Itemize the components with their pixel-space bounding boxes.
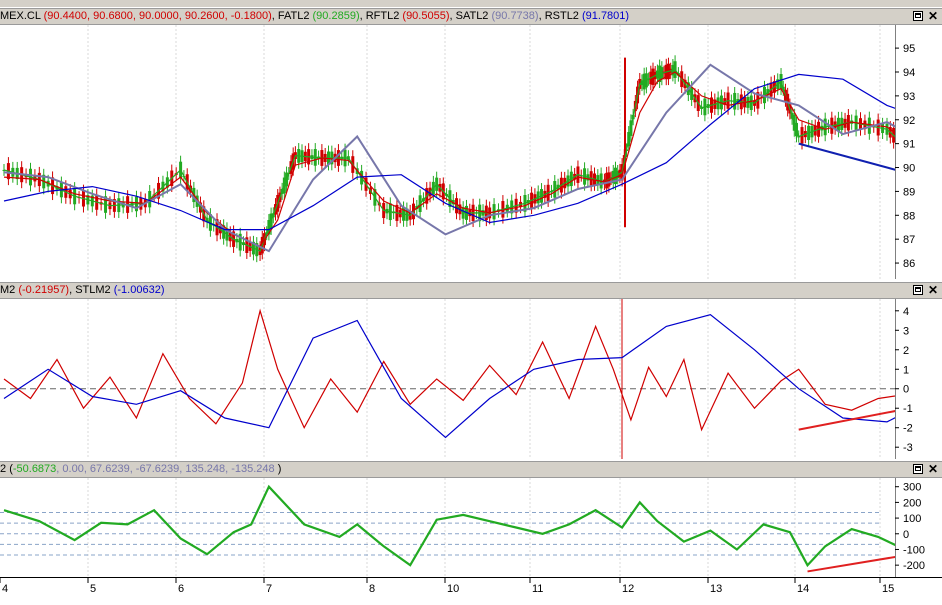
legend-segment: , SATL2 — [449, 10, 492, 22]
legend-segment: (-1.00632) — [113, 284, 165, 296]
maximize-icon[interactable] — [913, 285, 923, 295]
legend-segment: (-0.21957) — [18, 284, 70, 296]
y-tick-label: 87 — [903, 234, 915, 246]
y-tick-label: 90 — [903, 163, 915, 175]
maximize-icon[interactable] — [913, 11, 923, 21]
y-tick-label: -2 — [903, 423, 913, 435]
legend-segment: ) — [277, 463, 282, 475]
y-tick-label: 300 — [903, 482, 921, 494]
x-tick-label: 4 — [2, 583, 8, 595]
y-tick-label: 86 — [903, 258, 915, 270]
legend-segment: M2 — [0, 284, 19, 296]
close-icon[interactable]: ✕ — [928, 463, 938, 475]
x-tick-label: 13 — [710, 583, 722, 595]
momentum-chart-panel — [0, 299, 941, 459]
x-tick-label: 10 — [447, 583, 459, 595]
trend-line — [798, 401, 941, 431]
series-line-rftl2 — [3, 71, 941, 248]
legend-segment: -50.6873 — [12, 463, 57, 475]
legend-segment: (90.2859) — [312, 10, 360, 22]
toolbar-strip — [0, 0, 942, 7]
trend-line — [807, 550, 932, 573]
legend-segment: 2 — [0, 463, 10, 475]
legend-segment: , STLM2 — [69, 284, 114, 296]
close-icon[interactable]: ✕ — [928, 10, 938, 22]
legend-segment: , RFTL2 — [359, 10, 403, 22]
legend-segment: (90.7738) — [491, 10, 539, 22]
y-tick-label: 100 — [903, 513, 921, 525]
date-x-axis: 4 5 6 7 8 10 11 12 13 14 15 — [0, 577, 942, 602]
y-tick-label: 95 — [903, 43, 915, 55]
price-y-axis-labels: 95 94 93 92 91 90 89 88 87 86 — [894, 25, 915, 279]
legend-segment: , FATL2 — [271, 10, 313, 22]
momentum-y-axis: 4 3 2 1 0 -1 -2 -3 — [894, 299, 942, 459]
maximize-icon[interactable] — [913, 464, 923, 474]
y-tick-label: -3 — [903, 442, 913, 454]
legend-segment: (90.4400, 90.6800, 90.0000, 90.2600, -0.… — [43, 10, 272, 22]
y-tick-label: -200 — [903, 560, 925, 572]
close-icon[interactable]: ✕ — [928, 284, 938, 296]
x-tick-label: 11 — [532, 583, 543, 595]
x-tick-label: 7 — [266, 583, 272, 595]
oscillator-chart-panel — [0, 478, 932, 577]
y-tick-label: 0 — [903, 529, 909, 541]
oscillator-y-axis-labels: 300 200 100 0 -100 -200 — [894, 478, 925, 577]
oscillator-chart — [0, 478, 932, 577]
momentum-y-axis-labels: 4 3 2 1 0 -1 -2 -3 — [894, 299, 913, 459]
oscillator-pane-legend: 2 (-50.6873, 0.00, 67.6239, -67.6239, 13… — [0, 462, 281, 477]
momentum-pane-legend: M2 (-0.21957), STLM2 (-1.00632) — [0, 283, 165, 298]
series-line-m2 — [3, 308, 932, 432]
y-tick-label: 200 — [903, 497, 921, 509]
price-pane-legend: MEX.CL (90.4400, 90.6800, 90.0000, 90.26… — [0, 9, 629, 24]
y-tick-label: 0 — [903, 384, 909, 396]
series-line-oscillator — [3, 484, 932, 568]
momentum-chart — [0, 299, 941, 459]
legend-segment: , 0.00, 67.6239, -67.6239, 135.248, -135… — [56, 463, 278, 475]
legend-segment: (91.7801) — [581, 10, 630, 22]
y-tick-label: 2 — [903, 345, 909, 357]
series-line-fatl2 — [3, 68, 942, 252]
y-tick-label: 4 — [903, 306, 909, 318]
y-tick-label: -1 — [903, 403, 913, 415]
x-tick-label: 6 — [178, 583, 184, 595]
y-tick-label: -100 — [903, 544, 925, 556]
x-tick-label: 8 — [369, 583, 375, 595]
date-x-axis-labels: 4 5 6 7 8 10 11 12 13 14 15 — [0, 578, 894, 595]
x-tick-label: 15 — [882, 583, 894, 595]
momentum-pane-header: M2 (-0.21957), STLM2 (-1.00632) ✕ — [0, 282, 942, 299]
oscillator-pane-header: 2 (-50.6873, 0.00, 67.6239, -67.6239, 13… — [0, 461, 942, 478]
y-tick-label: 93 — [903, 91, 915, 103]
y-tick-label: 1 — [903, 364, 909, 376]
y-tick-label: 89 — [903, 186, 915, 198]
trend-line — [798, 142, 941, 183]
y-tick-label: 92 — [903, 115, 915, 127]
x-tick-label: 12 — [622, 583, 634, 595]
price-pane-header: MEX.CL (90.4400, 90.6800, 90.0000, 90.26… — [0, 8, 942, 25]
y-tick-label: 94 — [903, 67, 915, 79]
legend-segment: , RSTL2 — [538, 10, 582, 22]
price-chart-panel — [0, 25, 942, 279]
y-tick-label: 3 — [903, 325, 909, 337]
series-line-stlm2 — [3, 314, 941, 439]
legend-segment: (90.5055) — [402, 10, 450, 22]
x-tick-label: 5 — [90, 583, 96, 595]
y-tick-label: 88 — [903, 210, 915, 222]
x-tick-label: 14 — [797, 583, 809, 595]
price-y-axis: 95 94 93 92 91 90 89 88 87 86 — [894, 25, 942, 279]
legend-segment: MEX.CL — [0, 10, 44, 22]
oscillator-y-axis: 300 200 100 0 -100 -200 — [894, 478, 942, 577]
price-chart — [2, 25, 942, 279]
y-tick-label: 91 — [903, 139, 915, 151]
